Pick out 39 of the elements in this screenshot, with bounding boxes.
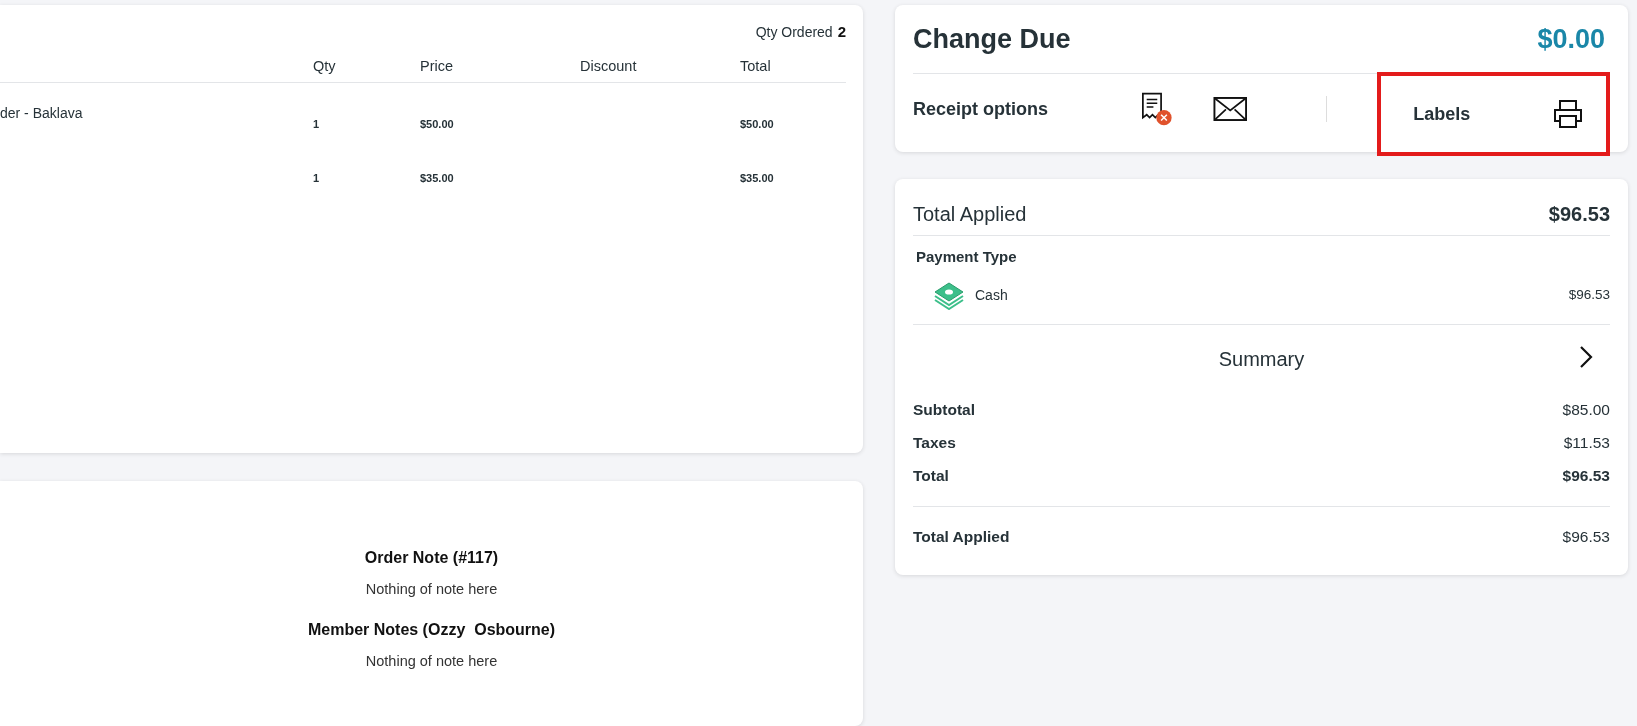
total-applied-label: Total Applied [913, 202, 1027, 226]
summary-toggle[interactable]: Summary [913, 325, 1610, 393]
note-text: Nothing of note here [365, 581, 498, 597]
column-header: Discount [580, 58, 638, 74]
note-title: Order Note (#117) [364, 549, 499, 567]
qty-ordered-label: Qty Ordered [755, 24, 833, 40]
summary-label: Total Applied [913, 528, 1010, 546]
total-applied-amount: $96.53 [1548, 202, 1610, 226]
payment-name: Cash [975, 286, 1009, 303]
column-header: Total [740, 58, 772, 74]
summary-value: $96.53 [1562, 466, 1610, 485]
note-title: Member Notes (Ozzy Osbourne) [307, 621, 556, 639]
chevron-right-icon [1578, 345, 1594, 369]
column-header: Price [420, 58, 455, 74]
summary-label: Total [913, 466, 949, 485]
table-cell: 1 [313, 172, 320, 184]
item-name: der - Baklava [0, 105, 83, 121]
summary-label: Subtotal [913, 400, 975, 419]
table-cell: $35.00 [740, 172, 774, 184]
qty-ordered-value: 2 [837, 23, 846, 40]
payment-amount: $96.53 [1568, 287, 1610, 302]
note-text: Nothing of note here [365, 653, 498, 669]
column-header: Qty [313, 58, 337, 74]
table-cell: $50.00 [740, 118, 774, 130]
labels-button[interactable]: Labels [1377, 72, 1610, 156]
payment-type-label: Payment Type [916, 248, 1018, 265]
no-receipt-icon[interactable] [1140, 91, 1173, 127]
change-due-label: Change Due [913, 23, 1071, 55]
table-cell: $50.00 [420, 118, 454, 130]
summary-value: $96.53 [1562, 528, 1610, 546]
email-icon[interactable] [1212, 96, 1248, 122]
printer-icon [1552, 98, 1584, 130]
summary-value: $11.53 [1563, 433, 1610, 452]
summary-value: $85.00 [1562, 400, 1610, 419]
table-cell: 1 [313, 118, 320, 130]
table-cell: $35.00 [420, 172, 454, 184]
change-due-amount: $0.00 [1537, 23, 1605, 55]
summary-label: Taxes [913, 433, 956, 452]
receipt-options-label: Receipt options [913, 98, 1049, 120]
